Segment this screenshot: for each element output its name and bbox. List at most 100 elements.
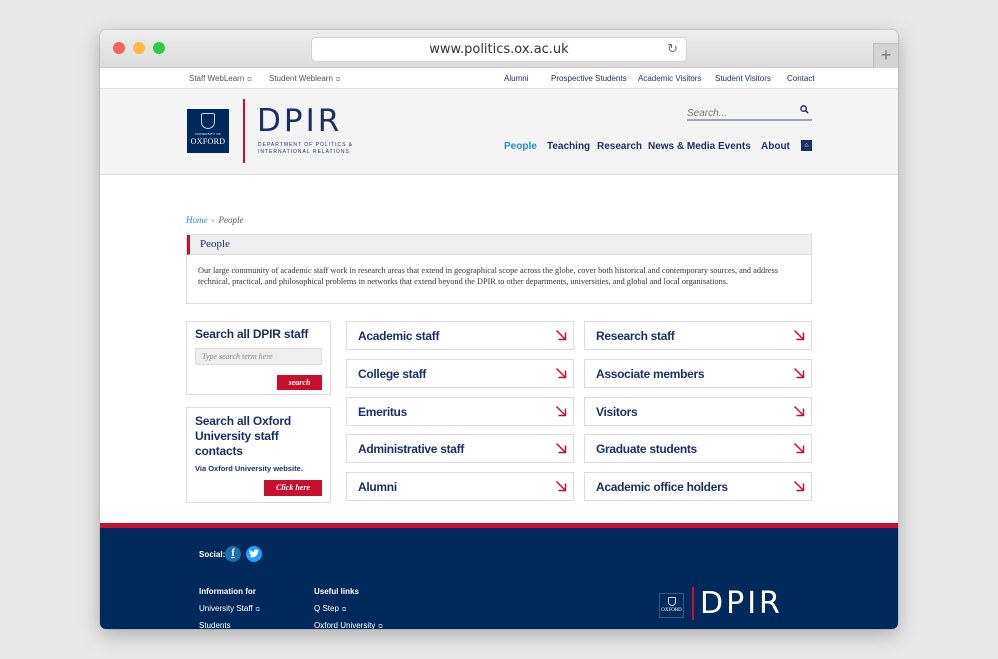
- external-link-icon: ⧉: [247, 77, 252, 83]
- nav-news-media[interactable]: News & Media: [648, 141, 715, 152]
- dpir-logo-subtitle: DEPARTMENT OF POLITICS & INTERNATIONAL R…: [258, 142, 353, 156]
- arrow-down-right-icon: [555, 328, 567, 341]
- site-search: [687, 103, 812, 121]
- subtitle-line2: INTERNATIONAL RELATIONS: [258, 149, 350, 155]
- arrow-down-right-icon: [793, 441, 805, 454]
- staff-search-button[interactable]: search: [277, 375, 322, 390]
- arrow-down-right-icon: [555, 366, 567, 379]
- category-label: Emeritus: [358, 405, 407, 419]
- info-for-heading: Information for: [199, 587, 256, 596]
- breadcrumb-separator: ›: [211, 215, 215, 225]
- page-title: People: [187, 235, 811, 255]
- staff-weblearn-link[interactable]: Staff WebLearn ⧉: [189, 74, 252, 84]
- external-link-icon: ⧉: [341, 607, 347, 613]
- oxford-crest-icon: [667, 597, 676, 606]
- category-tile-alumni[interactable]: Alumni: [346, 472, 574, 501]
- oxford-crest-icon: [201, 113, 215, 129]
- category-tile-academic-office-holders[interactable]: Academic office holders: [584, 472, 812, 501]
- category-tile-research-staff[interactable]: Research staff: [584, 321, 812, 350]
- oxford-logo[interactable]: UNIVERSITY OF OXFORD: [187, 109, 229, 153]
- minimize-window-button[interactable]: [133, 42, 145, 54]
- arrow-down-right-icon: [793, 366, 805, 379]
- arrow-down-right-icon: [555, 404, 567, 417]
- address-bar[interactable]: www.politics.ox.ac.uk ↻: [312, 38, 686, 61]
- link-label: Q Step: [314, 604, 339, 613]
- dpir-logo[interactable]: DPIR: [257, 103, 342, 139]
- contact-link[interactable]: Contact: [787, 74, 815, 83]
- footer-oxford-logo[interactable]: OXFORD: [659, 593, 684, 618]
- footer-link-university-staff[interactable]: University Staff ⧉: [199, 604, 260, 614]
- alumni-link[interactable]: Alumni: [504, 74, 528, 83]
- footer-link-q-step[interactable]: Q Step ⧉: [314, 604, 346, 614]
- external-link-icon: ⧉: [335, 77, 341, 83]
- home-icon[interactable]: ⌂: [801, 140, 812, 151]
- link-label: University Staff: [199, 604, 253, 613]
- nav-events[interactable]: Events: [718, 141, 751, 152]
- arrow-down-right-icon: [555, 441, 567, 454]
- arrow-down-right-icon: [793, 328, 805, 341]
- oxford-logo-line2: OXFORD: [190, 137, 226, 146]
- oxford-search-note: Via Oxford University website.: [195, 464, 303, 473]
- maximize-window-button[interactable]: [153, 42, 165, 54]
- category-label: Academic office holders: [596, 480, 728, 494]
- student-visitors-link[interactable]: Student Visitors: [715, 74, 771, 83]
- category-tile-administrative-staff[interactable]: Administrative staff: [346, 434, 574, 463]
- breadcrumb: Home › People: [186, 215, 244, 225]
- subtitle-line1: DEPARTMENT OF POLITICS &: [258, 142, 354, 148]
- nav-teaching[interactable]: Teaching: [547, 141, 590, 152]
- reload-icon[interactable]: ↻: [667, 38, 678, 61]
- search-icon[interactable]: [800, 105, 809, 116]
- oxford-search-box: Search all Oxford University staff conta…: [186, 407, 331, 503]
- nav-about[interactable]: About: [761, 141, 790, 152]
- student-weblearn-link[interactable]: Student Weblearn ⧉: [269, 74, 340, 84]
- new-tab-button[interactable]: +: [873, 43, 898, 68]
- footer-link-students[interactable]: Students: [199, 621, 231, 629]
- site-header: UNIVERSITY OF OXFORD DPIR DEPARTMENT OF …: [100, 89, 898, 175]
- arrow-down-right-icon: [555, 479, 567, 492]
- external-link-icon: ⧉: [378, 624, 383, 629]
- staff-search-box: Search all DPIR staff search: [186, 321, 331, 395]
- oxford-logo-text: OXFORD: [661, 608, 682, 613]
- footer-logo-divider: [692, 587, 694, 620]
- category-label: Research staff: [596, 329, 675, 343]
- category-label: Graduate students: [596, 442, 697, 456]
- academic-visitors-link[interactable]: Academic Visitors: [638, 74, 701, 83]
- breadcrumb-current: People: [218, 215, 244, 225]
- logo-divider: [243, 99, 245, 163]
- footer-dpir-logo[interactable]: DPIR: [700, 586, 783, 621]
- category-tile-graduate-students[interactable]: Graduate students: [584, 434, 812, 463]
- category-label: Administrative staff: [358, 442, 465, 456]
- web-page: Staff WebLearn ⧉ Student Weblearn ⧉ Alumni…: [100, 68, 898, 629]
- nav-people[interactable]: People: [504, 141, 537, 152]
- category-tile-associate-members[interactable]: Associate members: [584, 359, 812, 388]
- prospective-students-link[interactable]: Prospective Students: [551, 74, 627, 83]
- close-window-button[interactable]: [113, 42, 125, 54]
- category-tile-academic-staff[interactable]: Academic staff: [346, 321, 574, 350]
- link-label: Staff WebLearn: [189, 74, 245, 83]
- category-tile-emeritus[interactable]: Emeritus: [346, 397, 574, 426]
- social-label: Social:: [199, 550, 226, 559]
- category-tile-visitors[interactable]: Visitors: [584, 397, 812, 426]
- intro-panel: People Our large community of academic s…: [186, 234, 812, 304]
- browser-titlebar: www.politics.ox.ac.uk ↻ +: [100, 30, 898, 68]
- link-label: Student Weblearn: [269, 74, 333, 83]
- category-label: Academic staff: [358, 329, 440, 343]
- staff-search-input[interactable]: [195, 348, 322, 365]
- category-label: Associate members: [596, 367, 705, 381]
- oxford-search-button[interactable]: Click here: [264, 480, 322, 496]
- oxford-search-title: Search all Oxford University staff conta…: [195, 414, 291, 458]
- oxford-logo-line1: UNIVERSITY OF: [195, 132, 221, 136]
- twitter-icon[interactable]: [246, 546, 262, 562]
- arrow-down-right-icon: [793, 479, 805, 492]
- facebook-icon[interactable]: f: [225, 546, 241, 562]
- category-label: Alumni: [358, 480, 397, 494]
- nav-research[interactable]: Research: [597, 141, 642, 152]
- url-text: www.politics.ox.ac.uk: [429, 42, 569, 57]
- breadcrumb-home[interactable]: Home: [186, 215, 208, 225]
- site-search-input[interactable]: [687, 106, 787, 119]
- footer-link-oxford-university[interactable]: Oxford University ⧉: [314, 621, 383, 629]
- link-label: Oxford University: [314, 621, 376, 629]
- category-label: Visitors: [596, 405, 638, 419]
- category-tile-college-staff[interactable]: College staff: [346, 359, 574, 388]
- category-label: College staff: [358, 367, 427, 381]
